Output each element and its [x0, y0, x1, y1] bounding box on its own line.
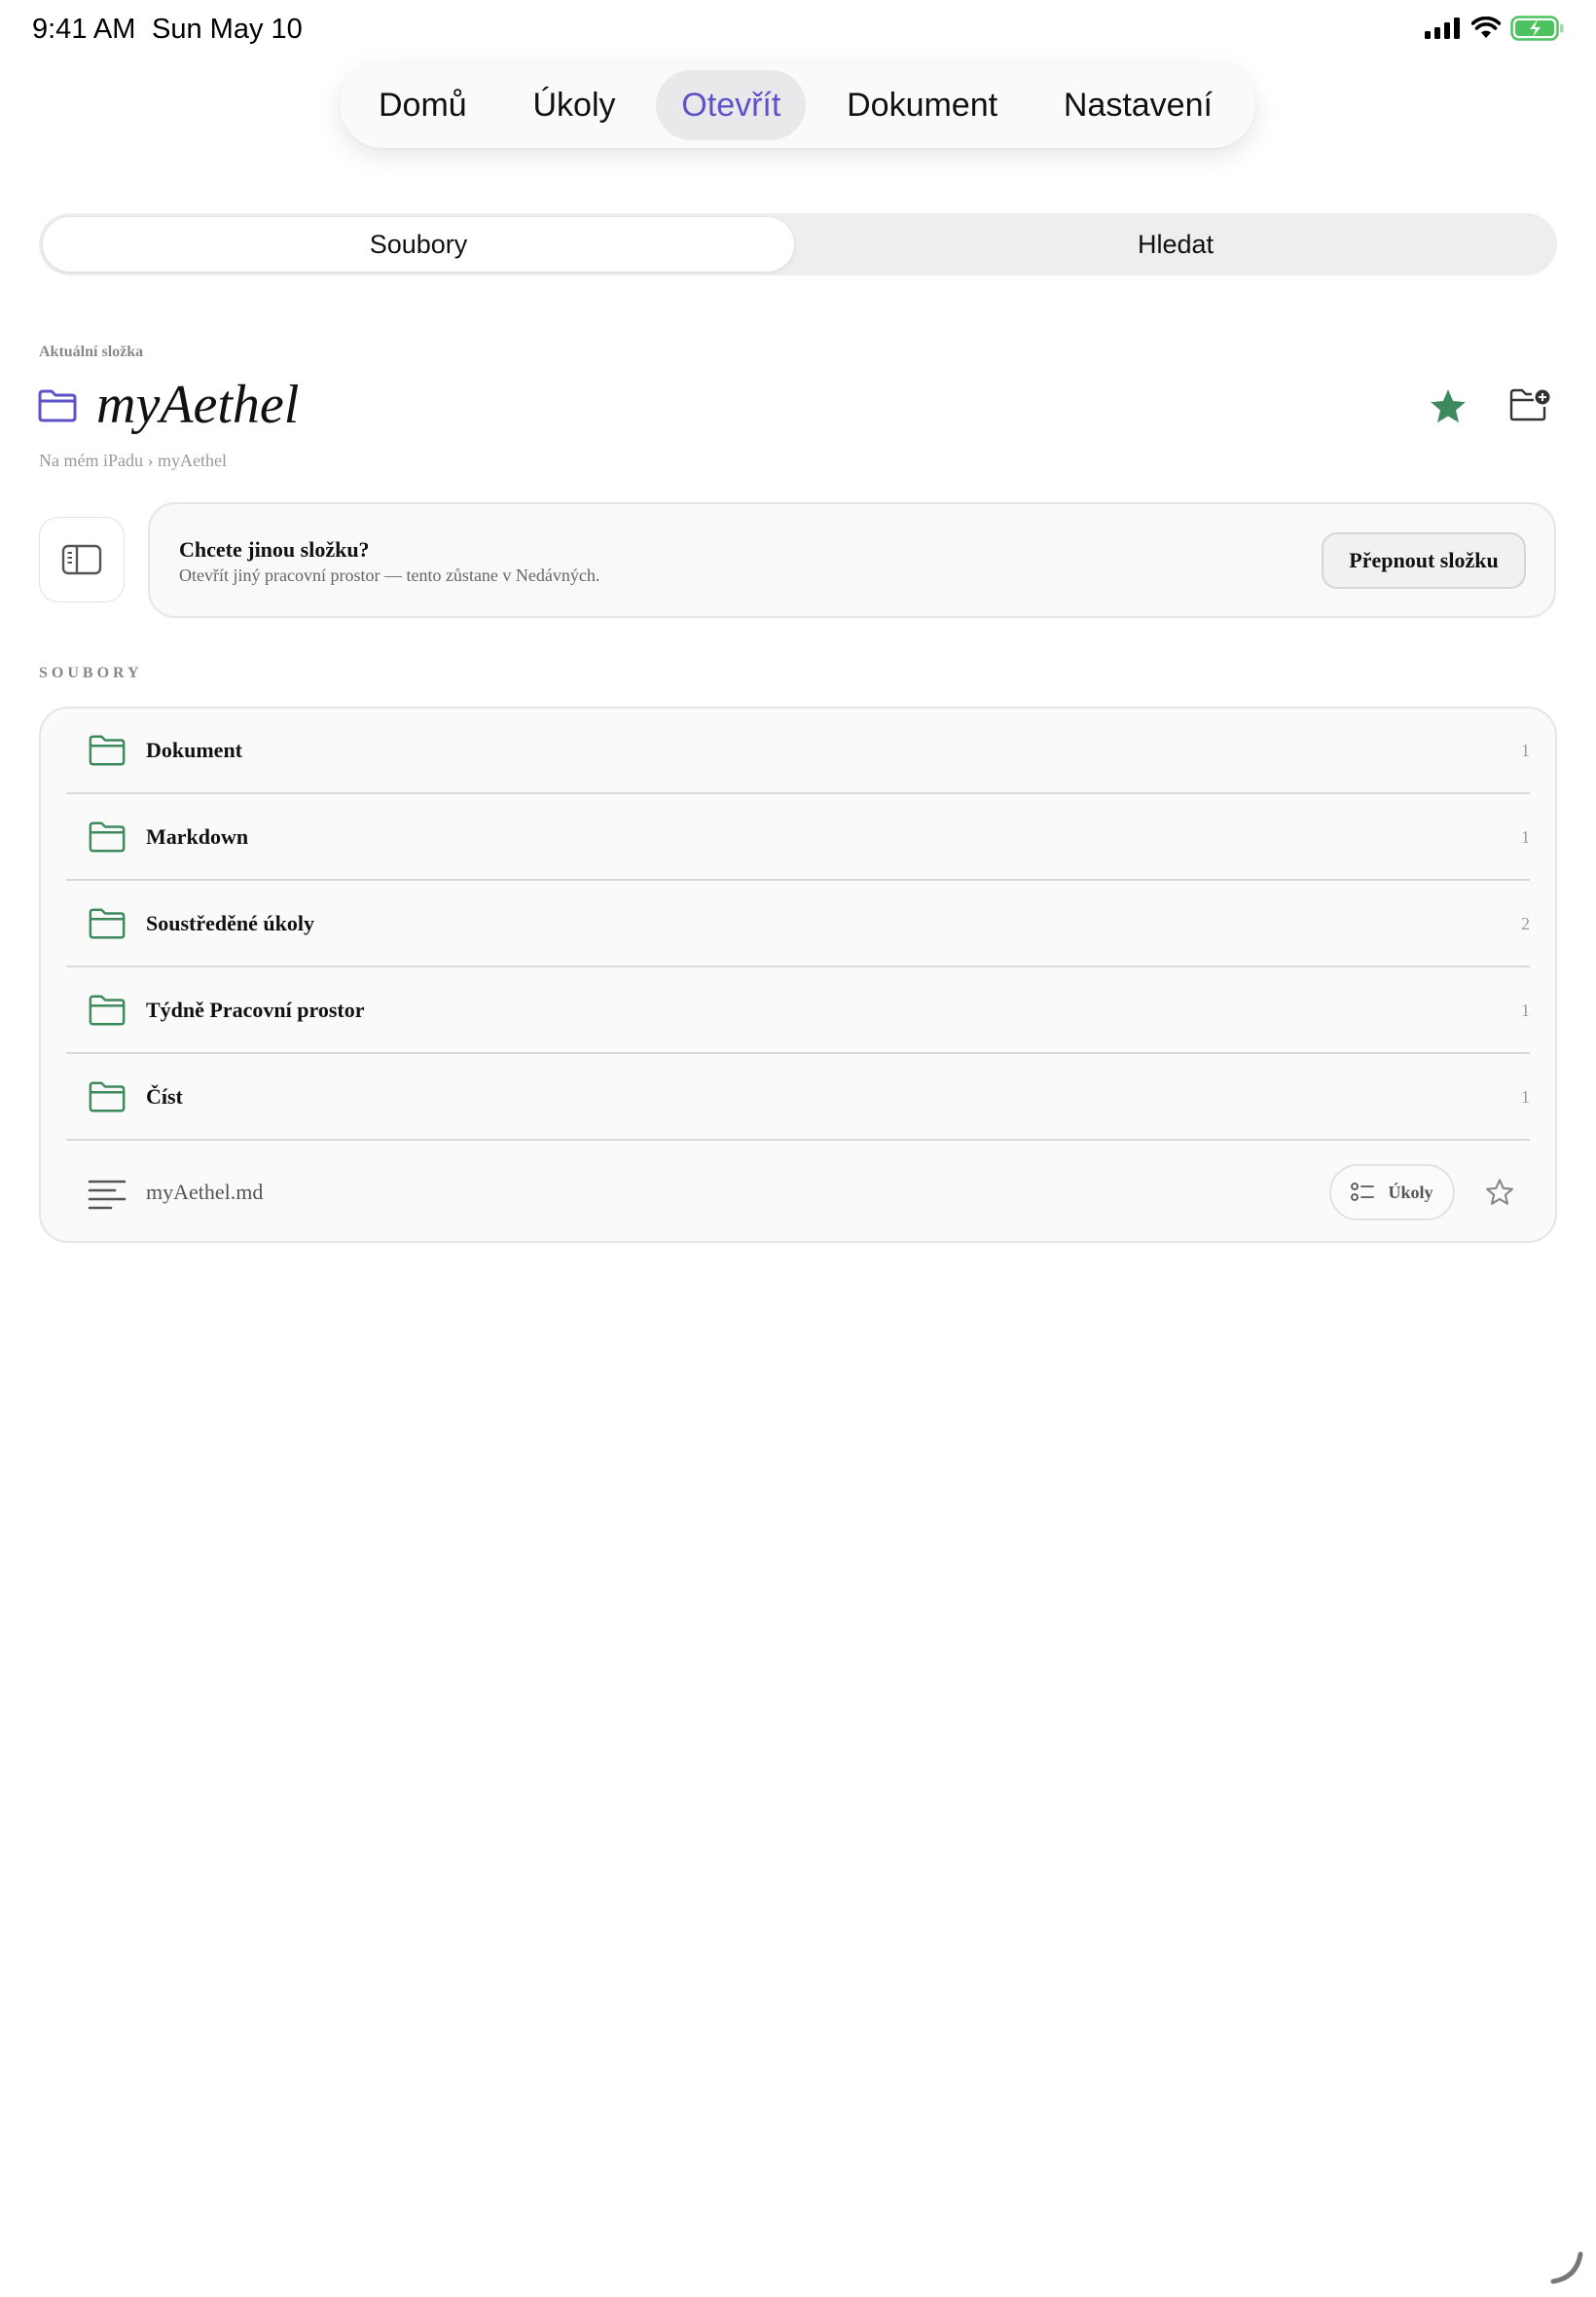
folder-row-cist[interactable]: Číst 1: [66, 1055, 1530, 1141]
tasks-pill-label: Úkoly: [1388, 1182, 1433, 1202]
battery-charging-icon: [1510, 16, 1564, 41]
folder-row-markdown[interactable]: Markdown 1: [66, 795, 1530, 881]
switch-folder-card: Chcete jinou složku? Otevřít jiný pracov…: [148, 502, 1556, 618]
files-search-segmented-control: Soubory Hledat: [39, 213, 1557, 275]
folder-icon: [89, 1081, 126, 1112]
status-icons: [1425, 14, 1565, 43]
tab-otevrit[interactable]: Otevřít: [656, 70, 807, 140]
files-section-label: SOUBORY: [39, 665, 143, 681]
switch-folder-subtitle: Otevřít jiný pracovní prostor — tento zů…: [179, 565, 600, 585]
segment-soubory[interactable]: Soubory: [43, 217, 794, 272]
folder-row-soustredene-ukoly[interactable]: Soustředěné úkoly 2: [66, 882, 1530, 967]
folder-name: Soustředěné úkoly: [146, 911, 314, 935]
checklist-icon: [1351, 1183, 1375, 1201]
favorite-star-icon[interactable]: [1428, 386, 1469, 427]
sidebar-toggle-button[interactable]: [39, 517, 125, 602]
files-list: Dokument 1 Markdown 1 Soustředěné úkoly …: [39, 707, 1557, 1243]
folder-count: 1: [1521, 740, 1530, 760]
tab-dokument[interactable]: Dokument: [821, 70, 1023, 140]
segment-hledat[interactable]: Hledat: [798, 217, 1553, 272]
switch-folder-button[interactable]: Přepnout složku: [1322, 532, 1526, 589]
current-folder-label: Aktuální složka: [39, 344, 144, 360]
status-time: 9:41 AM: [32, 14, 136, 45]
folder-count: 1: [1521, 1000, 1530, 1020]
folder-count: 1: [1521, 1086, 1530, 1107]
tab-ukoly[interactable]: Úkoly: [507, 70, 640, 140]
folder-count: 1: [1521, 826, 1530, 847]
sidebar-icon: [61, 544, 102, 575]
new-folder-icon[interactable]: [1508, 387, 1551, 422]
switch-folder-title: Chcete jinou složku?: [179, 537, 370, 562]
resize-handle-icon: [1550, 2251, 1583, 2284]
folder-icon: [38, 389, 77, 422]
tab-nastaveni[interactable]: Nastavení: [1038, 70, 1238, 140]
breadcrumb: Na mém iPadu › myAethel: [39, 451, 227, 470]
folder-row-dokument[interactable]: Dokument 1: [66, 709, 1530, 794]
top-tab-bar: Domů Úkoly Otevřít Dokument Nastavení: [340, 62, 1255, 148]
status-date: Sun May 10: [152, 14, 303, 45]
file-name: myAethel.md: [146, 1180, 264, 1204]
cellular-signal-icon: [1425, 18, 1460, 39]
folder-icon: [89, 735, 126, 766]
folder-name: Číst: [146, 1084, 183, 1109]
folder-icon: [89, 995, 126, 1026]
folder-name: Týdně Pracovní prostor: [146, 998, 365, 1022]
folder-icon: [89, 821, 126, 853]
current-folder-name: myAethel: [96, 375, 300, 435]
wifi-icon: [1471, 17, 1501, 38]
text-document-icon: [88, 1180, 127, 1210]
star-outline-icon[interactable]: [1484, 1177, 1515, 1208]
folder-count: 2: [1521, 913, 1530, 933]
folder-icon: [89, 908, 126, 939]
folder-name: Dokument: [146, 738, 243, 762]
folder-name: Markdown: [146, 824, 249, 849]
file-row-myaethel-md[interactable]: myAethel.md Úkoly: [66, 1144, 1530, 1241]
tab-domu[interactable]: Domů: [353, 70, 492, 140]
folder-row-tydne-pracovni-prostor[interactable]: Týdně Pracovní prostor 1: [66, 968, 1530, 1054]
open-tasks-button[interactable]: Úkoly: [1329, 1164, 1455, 1221]
